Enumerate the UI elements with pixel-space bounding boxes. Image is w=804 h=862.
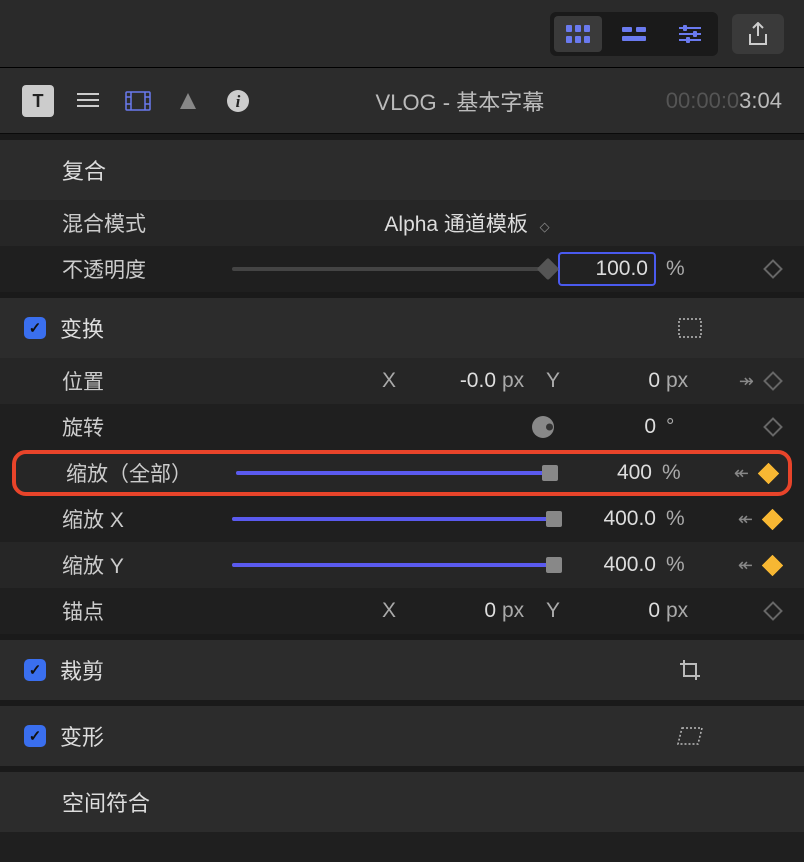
anchor-row: 锚点 X 0 px Y 0 px: [0, 588, 804, 634]
opacity-slider[interactable]: [232, 267, 548, 271]
share-button[interactable]: [732, 14, 784, 54]
timecode-prefix: 00:00:0: [666, 88, 739, 113]
transform-section-header: 变换: [0, 298, 804, 358]
paragraph-tab[interactable]: [72, 85, 104, 117]
opacity-keyframe[interactable]: [763, 259, 783, 279]
position-y-value[interactable]: 0: [570, 369, 660, 393]
scale-x-value[interactable]: 400.0: [564, 507, 656, 531]
spatial-section-header: 空间符合: [0, 772, 804, 832]
anchor-y-unit: px: [666, 599, 700, 623]
video-tab[interactable]: [122, 85, 154, 117]
scale-all-unit: %: [662, 461, 696, 485]
position-y-label: Y: [542, 369, 564, 393]
geometry-tab[interactable]: [172, 85, 204, 117]
info-tab[interactable]: i: [222, 85, 254, 117]
rotation-unit: °: [666, 415, 700, 439]
anchor-label: 锚点: [62, 596, 232, 626]
scale-all-keyframe[interactable]: [758, 462, 779, 483]
rotation-value[interactable]: 0: [564, 415, 656, 439]
position-x-label: X: [378, 369, 400, 393]
scale-x-prev-keyframe-icon[interactable]: ↞: [738, 509, 753, 530]
scale-x-row: 缩放 X 400.0 % ↞: [0, 496, 804, 542]
distort-icon[interactable]: [676, 726, 704, 746]
opacity-value[interactable]: 100.0: [558, 252, 656, 286]
anchor-y-label: Y: [542, 599, 564, 623]
position-reset-icon[interactable]: ↠: [739, 371, 754, 392]
scale-all-label: 缩放（全部）: [66, 458, 236, 488]
scale-y-label: 缩放 Y: [62, 550, 232, 580]
svg-text:T: T: [33, 91, 44, 111]
anchor-x-unit: px: [502, 599, 536, 623]
rotation-label: 旋转: [62, 412, 232, 442]
rotation-row: 旋转 0 °: [0, 404, 804, 450]
opacity-row: 不透明度 100.0 %: [0, 246, 804, 292]
scale-x-keyframe[interactable]: [762, 508, 783, 529]
scale-x-label: 缩放 X: [62, 504, 232, 534]
text-tab[interactable]: T: [22, 85, 54, 117]
position-x-value[interactable]: -0.0: [406, 369, 496, 393]
transform-label: 变换: [60, 312, 104, 344]
timecode: 00:00:03:04: [666, 88, 782, 114]
distort-label: 变形: [60, 720, 104, 752]
blend-mode-dropdown[interactable]: Alpha 通道模板 ◇: [232, 208, 700, 238]
scale-y-slider[interactable]: [232, 563, 554, 567]
anchor-x-label: X: [378, 599, 400, 623]
adjust-view-button[interactable]: [666, 16, 714, 52]
view-mode-group: [550, 12, 718, 56]
scale-all-value[interactable]: 400: [560, 461, 652, 485]
clip-title: VLOG - 基本字幕: [254, 85, 666, 117]
distort-section-header: 变形: [0, 706, 804, 766]
opacity-unit: %: [666, 257, 700, 281]
scale-y-row: 缩放 Y 400.0 % ↞: [0, 542, 804, 588]
chevron-up-down-icon: ◇: [540, 219, 548, 234]
inspector-tabs: T i: [22, 85, 254, 117]
transform-checkbox[interactable]: [24, 317, 46, 339]
anchor-keyframe[interactable]: [763, 601, 783, 621]
position-y-unit: px: [666, 369, 700, 393]
crop-icon[interactable]: [678, 658, 702, 682]
position-keyframe[interactable]: [763, 371, 783, 391]
composite-section-header: 复合: [0, 140, 804, 200]
scale-y-prev-keyframe-icon[interactable]: ↞: [738, 555, 753, 576]
scale-x-slider[interactable]: [232, 517, 554, 521]
blend-mode-row: 混合模式 Alpha 通道模板 ◇: [0, 200, 804, 246]
blend-mode-label: 混合模式: [62, 208, 232, 238]
crop-section-header: 裁剪: [0, 640, 804, 700]
anchor-y-value[interactable]: 0: [570, 599, 660, 623]
top-toolbar: [0, 0, 804, 68]
crop-rect-icon[interactable]: [678, 318, 702, 338]
inspector-header: T i VLOG - 基本字幕 00:00:03:04: [0, 68, 804, 134]
anchor-x-value[interactable]: 0: [406, 599, 496, 623]
inspector-panel: 复合 混合模式 Alpha 通道模板 ◇ 不透明度 100.0 % 变换 位置: [0, 134, 804, 832]
position-row: 位置 X -0.0 px Y 0 px ↠: [0, 358, 804, 404]
duration: 3:04: [739, 88, 782, 113]
scale-all-row: 缩放（全部） 400 % ↞: [12, 450, 792, 496]
grid-view-button[interactable]: [554, 16, 602, 52]
rotation-keyframe[interactable]: [763, 417, 783, 437]
rotation-dial[interactable]: [532, 416, 554, 438]
list-view-button[interactable]: [610, 16, 658, 52]
crop-label: 裁剪: [60, 654, 104, 686]
position-x-unit: px: [502, 369, 536, 393]
scale-x-unit: %: [666, 507, 700, 531]
scale-y-keyframe[interactable]: [762, 554, 783, 575]
opacity-label: 不透明度: [62, 254, 232, 284]
svg-text:i: i: [236, 92, 241, 111]
scale-all-slider[interactable]: [236, 471, 550, 475]
scale-all-prev-keyframe-icon[interactable]: ↞: [734, 463, 749, 484]
scale-y-value[interactable]: 400.0: [564, 553, 656, 577]
scale-y-unit: %: [666, 553, 700, 577]
distort-checkbox[interactable]: [24, 725, 46, 747]
position-label: 位置: [62, 366, 232, 396]
crop-checkbox[interactable]: [24, 659, 46, 681]
